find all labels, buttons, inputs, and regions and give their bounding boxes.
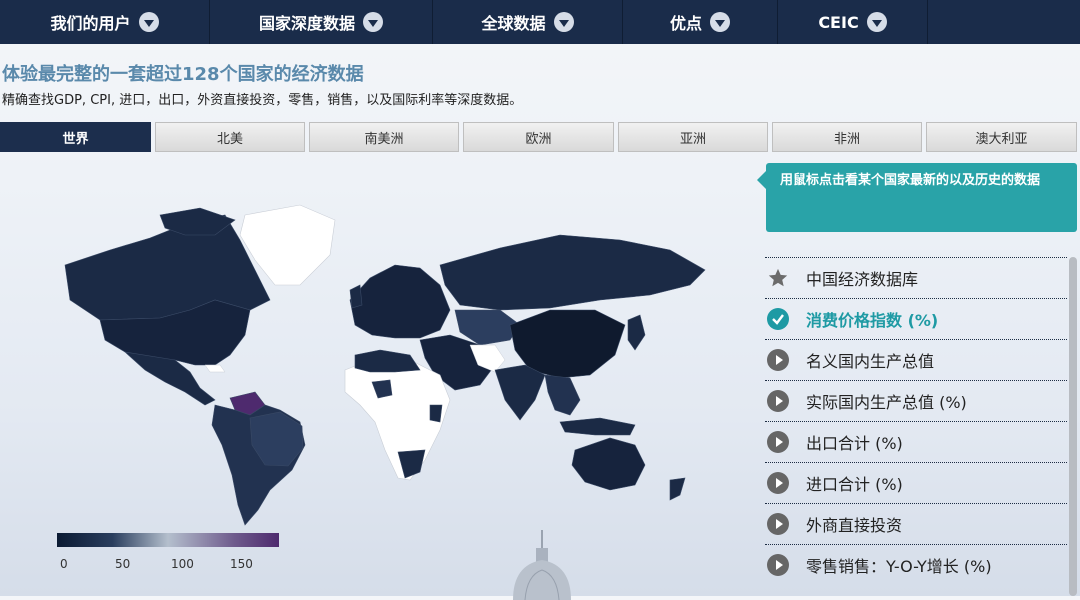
tab-south-america[interactable]: 南美洲 xyxy=(309,122,459,152)
dropdown-arrow-icon xyxy=(553,12,574,32)
list-item-label: 名义国内生产总值 xyxy=(806,352,935,371)
page-subtitle: 精确查找GDP, CPI, 进口，出口，外资直接投资，零售，销售，以及国际利率等… xyxy=(2,93,523,108)
tab-australia[interactable]: 澳大利亚 xyxy=(926,122,1077,152)
map-russia xyxy=(439,234,706,311)
list-item-label: 中国经济数据库 xyxy=(806,270,919,289)
list-item-cpi[interactable]: 消费价格指数 (%) xyxy=(765,298,1067,339)
list-item-label: 消费价格指数 (%) xyxy=(806,311,939,330)
list-item-label: 实际国内生产总值 (%) xyxy=(806,393,967,412)
region-tabs: 世界 北美 南美洲 欧洲 亚洲 非洲 澳大利亚 xyxy=(0,122,1080,153)
legend-color-scale xyxy=(57,533,279,547)
play-icon xyxy=(767,472,789,494)
map-uk xyxy=(349,284,363,309)
list-item-fdi[interactable]: 外商直接投资 xyxy=(765,503,1067,544)
legend-tick: 50 xyxy=(115,557,131,571)
list-item-nominal-gdp[interactable]: 名义国内生产总值 xyxy=(765,339,1067,380)
hint-text: 用鼠标点击看某个国家最新的以及历史的数据 xyxy=(780,173,1041,188)
nav-label: 我们的用户 xyxy=(50,14,131,33)
tab-world[interactable]: 世界 xyxy=(0,122,151,152)
list-item-label: 出口合计 (%) xyxy=(806,434,903,453)
building-dome-image xyxy=(513,530,571,600)
map-hint-callout: 用鼠标点击看某个国家最新的以及历史的数据 xyxy=(757,163,1077,232)
list-item-label: 零售销售：Y-O-Y增长 (%) xyxy=(806,557,992,576)
list-item-exports[interactable]: 出口合计 (%) xyxy=(765,421,1067,462)
list-item-label: 外商直接投资 xyxy=(806,516,903,535)
tab-north-america[interactable]: 北美 xyxy=(155,122,305,152)
play-icon xyxy=(767,554,789,576)
nav-label: CEIC xyxy=(818,12,859,32)
play-icon xyxy=(767,431,789,453)
map-se-asia xyxy=(544,374,581,416)
list-item-china-database[interactable]: 中国经济数据库 xyxy=(765,257,1067,298)
dropdown-arrow-icon xyxy=(866,12,887,32)
list-item-imports[interactable]: 进口合计 (%) xyxy=(765,462,1067,503)
map-japan xyxy=(627,314,646,351)
list-item-retail-sales[interactable]: 零售销售：Y-O-Y增长 (%) xyxy=(765,544,1067,585)
map-europe xyxy=(349,264,451,339)
nav-ceic[interactable]: CEIC xyxy=(778,0,928,44)
map-new-zealand xyxy=(669,477,686,501)
play-icon xyxy=(767,390,789,412)
dropdown-arrow-icon xyxy=(138,12,159,32)
map-caribbean xyxy=(204,364,226,373)
nav-country-data[interactable]: 国家深度数据 xyxy=(210,0,433,44)
play-icon xyxy=(767,349,789,371)
nav-label: 全球数据 xyxy=(481,14,546,33)
map-australia xyxy=(571,437,646,491)
map-kenya xyxy=(429,404,443,423)
check-icon xyxy=(767,308,789,330)
star-icon xyxy=(767,267,789,289)
top-nav: 我们的用户 国家深度数据 全球数据 优点 CEIC xyxy=(0,0,1080,44)
play-icon xyxy=(767,513,789,535)
legend-tick: 0 xyxy=(60,557,68,571)
legend-tick: 150 xyxy=(230,557,253,571)
map-north-africa xyxy=(354,349,421,373)
indicator-list: 中国经济数据库 消费价格指数 (%) 名义国内生产总值 实际国内生产总值 (%)… xyxy=(765,257,1067,585)
world-map[interactable] xyxy=(0,160,760,590)
nav-label: 国家深度数据 xyxy=(258,14,355,33)
dropdown-arrow-icon xyxy=(710,12,730,32)
nav-advantages[interactable]: 优点 xyxy=(623,0,778,44)
tab-asia[interactable]: 亚洲 xyxy=(618,122,768,152)
tab-africa[interactable]: 非洲 xyxy=(772,122,922,152)
page-headline: 体验最完整的一套超过128个国家的经济数据 xyxy=(2,64,364,85)
list-item-real-gdp[interactable]: 实际国内生产总值 (%) xyxy=(765,380,1067,421)
map-indonesia xyxy=(559,417,636,436)
list-item-label: 进口合计 (%) xyxy=(806,475,903,494)
nav-label: 优点 xyxy=(669,14,702,33)
tab-europe[interactable]: 欧洲 xyxy=(463,122,614,152)
legend-tick: 100 xyxy=(171,557,194,571)
list-scrollbar[interactable] xyxy=(1069,257,1077,596)
nav-our-users[interactable]: 我们的用户 xyxy=(0,0,210,44)
dropdown-arrow-icon xyxy=(363,12,383,32)
map-legend: 0 50 100 150 xyxy=(57,533,279,571)
nav-global-data[interactable]: 全球数据 xyxy=(433,0,623,44)
map-india xyxy=(494,364,546,421)
map-canada xyxy=(64,214,271,321)
